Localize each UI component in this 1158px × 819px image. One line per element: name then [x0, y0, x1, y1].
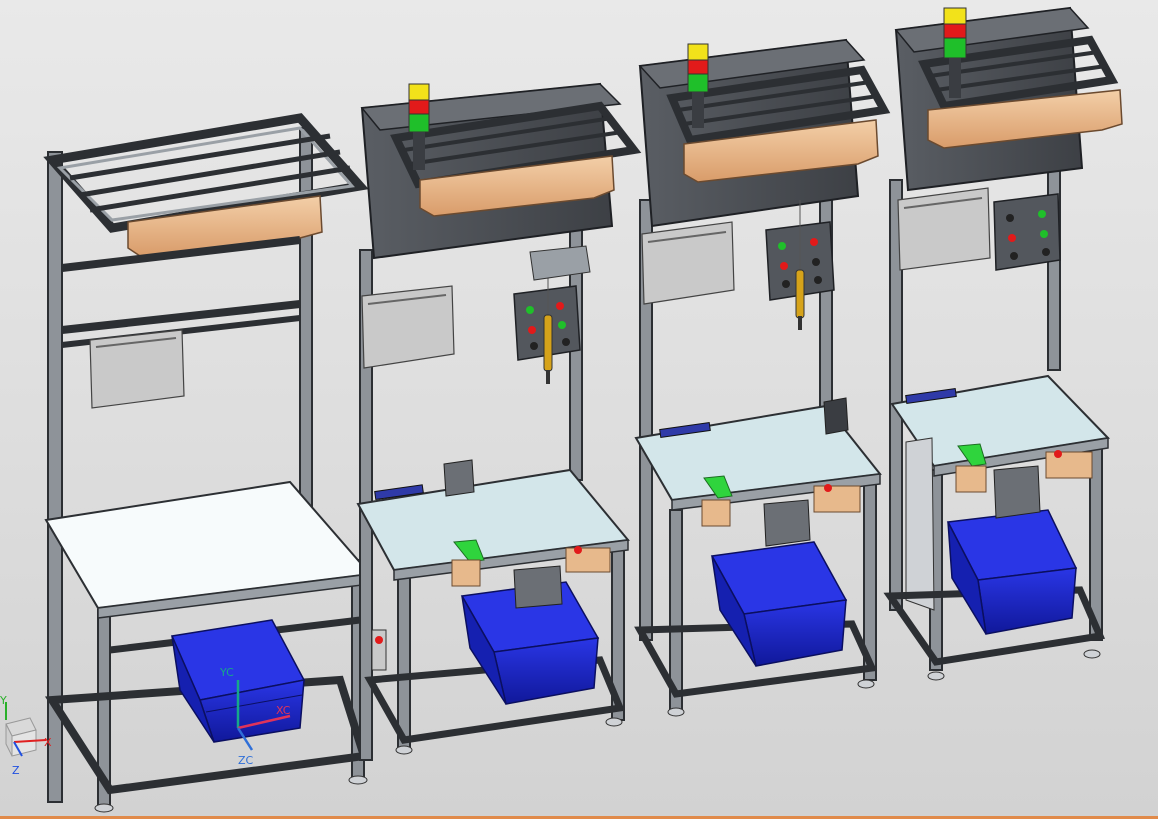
workstation-3[interactable] — [634, 38, 891, 717]
button-box — [813, 485, 861, 513]
button-box — [565, 547, 611, 573]
bench-scale — [443, 459, 475, 497]
absolute-triad-icon: X Y Z — [0, 694, 52, 777]
air-regulator — [371, 629, 387, 671]
triad-z-label: Z — [12, 764, 20, 777]
wcs-y-label: YC — [219, 666, 234, 679]
cad-graphics-viewport[interactable]: YC XC ZC X Y Z — [0, 0, 1158, 819]
workstation-1[interactable] — [43, 113, 372, 813]
button-box — [701, 499, 731, 527]
workstation-2[interactable] — [356, 82, 642, 761]
assembly-scene[interactable]: YC XC ZC — [0, 0, 1158, 816]
storage-tote — [710, 499, 848, 667]
button-box — [451, 559, 481, 587]
tool-panel — [897, 187, 991, 271]
storage-tote — [460, 565, 600, 705]
tool-panel — [361, 285, 455, 369]
bench-scale — [823, 397, 849, 435]
tool-panel — [641, 221, 735, 305]
button-box — [955, 465, 987, 493]
side-panel — [905, 437, 935, 611]
button-box — [1045, 451, 1093, 479]
triad-y-label: Y — [0, 694, 7, 707]
wcs-x-label: XC — [276, 704, 291, 717]
wcs-z-label: ZC — [238, 754, 254, 767]
workstation-4[interactable] — [883, 6, 1123, 681]
triad-x-label: X — [44, 736, 52, 749]
upright-post — [397, 569, 411, 749]
control-box — [993, 193, 1061, 271]
